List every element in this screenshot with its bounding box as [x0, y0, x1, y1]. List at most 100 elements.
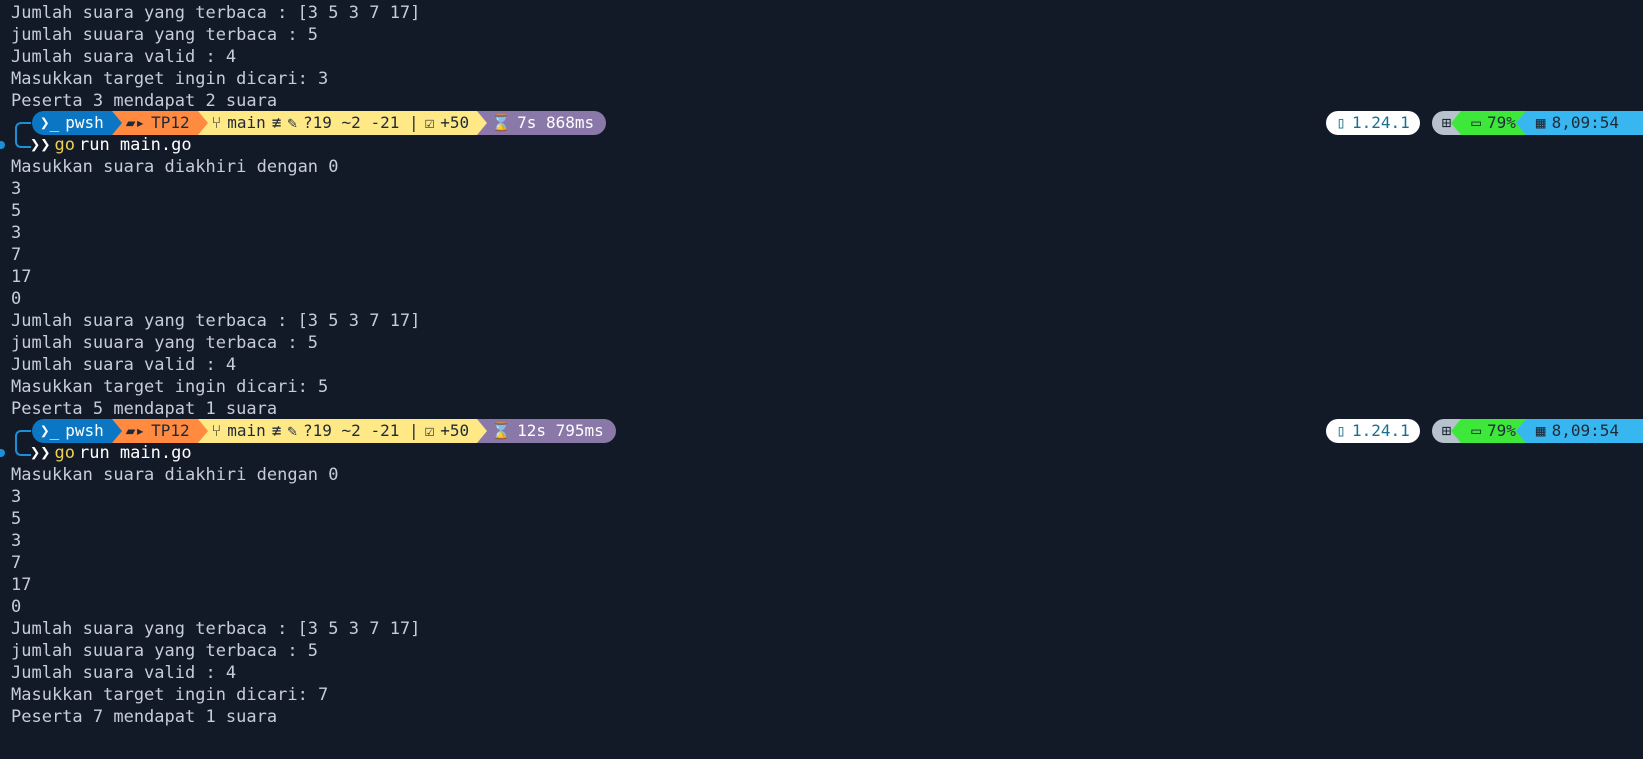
shell-segment: ❯_ pwsh: [32, 111, 122, 135]
prompt-left-segments: ❯_ pwsh ▰▸ TP12 ⑂ main ≢ ✎ ?19 ~2 -21 | ☑ +50 ⌛ 1…: [32, 419, 616, 443]
execution-time: 7s 868ms: [517, 113, 595, 132]
go-version: 1.24.1: [1351, 113, 1410, 132]
segment-separator: [111, 111, 122, 135]
checkbox-icon: ☑: [424, 421, 435, 440]
command-line[interactable]: ❯❯ go run main.go: [30, 442, 192, 465]
git-branch: main: [227, 113, 266, 132]
segment-separator: [477, 111, 488, 135]
timer-icon: ⌛: [491, 421, 512, 440]
output-line: Jumlah suara valid : 4: [11, 355, 237, 375]
battery-icon: ▭: [1471, 113, 1482, 132]
battery-level: 79%: [1487, 421, 1516, 440]
output-line: Masukkan suara diakhiri dengan 0: [11, 157, 339, 177]
output-line: Peserta 5 mendapat 1 suara: [11, 399, 278, 419]
output-line: Masukkan target ingin dicari: 3: [11, 69, 329, 89]
output-line: 7: [11, 245, 22, 265]
datetime: 8,09:54: [1551, 421, 1619, 440]
terminal-icon: ❯_: [40, 113, 60, 132]
output-line: 3: [11, 223, 22, 243]
output-line: jumlah suuara yang terbaca : 5: [11, 25, 319, 45]
output-line: Jumlah suara valid : 4: [11, 663, 237, 683]
output-line: 5: [11, 201, 22, 221]
git-segment: ⑂ main ≢ ✎ ?19 ~2 -21 | ☑ +50: [197, 419, 488, 443]
segment-separator: [111, 419, 122, 443]
command-line[interactable]: ❯❯ go run main.go: [30, 134, 192, 157]
git-branch: main: [227, 421, 266, 440]
go-version-segment: ▯ 1.24.1: [1326, 419, 1420, 443]
terminal-window[interactable]: Jumlah suara yang terbaca : [3 5 3 7 17]…: [0, 0, 1643, 759]
output-line: 7: [11, 553, 22, 573]
output-line: 3: [11, 531, 22, 551]
go-icon: ▯: [1336, 113, 1346, 132]
output-line: Masukkan target ingin dicari: 5: [11, 377, 329, 397]
output-line: Jumlah suara yang terbaca : [3 5 3 7 17]: [11, 3, 421, 23]
shell-name: pwsh: [65, 421, 104, 440]
edit-icon: ✎: [287, 113, 298, 132]
go-version: 1.24.1: [1351, 421, 1410, 440]
folder-name: TP12: [151, 421, 190, 440]
windows-icon: ⊞: [1441, 113, 1452, 132]
go-icon: ▯: [1336, 421, 1346, 440]
timer-icon: ⌛: [491, 113, 512, 132]
git-branch-status: ≢: [271, 421, 282, 440]
folder-icon: ▰▸: [125, 421, 146, 440]
output-line: 5: [11, 509, 22, 529]
terminal-icon: ❯_: [40, 421, 60, 440]
output-line: 0: [11, 597, 22, 617]
segment-separator: [477, 419, 488, 443]
output-line: Peserta 7 mendapat 1 suara: [11, 707, 278, 727]
git-staged: +50: [440, 113, 470, 132]
output-line: jumlah suuara yang terbaca : 5: [11, 641, 319, 661]
shell-name: pwsh: [65, 113, 104, 132]
prompt-bar: ❯_ pwsh ▰▸ TP12 ⑂ main ≢ ✎ ?19 ~2 -21 | ☑ +50 ⌛ 1…: [0, 419, 1643, 443]
execution-time-segment: ⌛ 12s 795ms: [477, 419, 616, 443]
output-line: Masukkan suara diakhiri dengan 0: [11, 465, 339, 485]
output-line: 3: [11, 487, 22, 507]
battery-level: 79%: [1487, 113, 1516, 132]
command-tool: go: [54, 135, 75, 155]
execution-time: 12s 795ms: [517, 421, 604, 440]
output-line: Jumlah suara yang terbaca : [3 5 3 7 17]: [11, 619, 421, 639]
git-changes: ?19 ~2 -21 |: [303, 113, 419, 132]
output-line: 17: [11, 267, 32, 287]
prompt-right-segments: ▯ 1.24.1 ⊞ ▭ 79% ▦ 8,09:54: [1326, 419, 1643, 443]
path-segment: ▰▸ TP12: [111, 111, 208, 135]
git-segment: ⑂ main ≢ ✎ ?19 ~2 -21 | ☑ +50: [197, 111, 488, 135]
prompt-dot-icon: [0, 141, 5, 149]
datetime-segment: ▦ 8,09:54: [1515, 419, 1643, 443]
output-line: 3: [11, 179, 22, 199]
output-line: Jumlah suara yang terbaca : [3 5 3 7 17]: [11, 311, 421, 331]
go-version-segment: ▯ 1.24.1: [1326, 111, 1420, 135]
path-segment: ▰▸ TP12: [111, 419, 208, 443]
prompt-connector-bottom: [15, 442, 31, 456]
git-changes: ?19 ~2 -21 |: [303, 421, 419, 440]
folder-name: TP12: [151, 113, 190, 132]
folder-icon: ▰▸: [125, 113, 146, 132]
output-line: Peserta 3 mendapat 2 suara: [11, 91, 278, 111]
output-line: 0: [11, 289, 22, 309]
prompt-chevron-icon: ❯❯: [30, 135, 51, 155]
calendar-icon: ▦: [1535, 113, 1546, 132]
command-args: run main.go: [78, 135, 192, 155]
git-staged: +50: [440, 421, 470, 440]
output-line: Jumlah suara valid : 4: [11, 47, 237, 67]
prompt-left-segments: ❯_ pwsh ▰▸ TP12 ⑂ main ≢ ✎ ?19 ~2 -21 | ☑ +50 ⌛ 7…: [32, 111, 607, 135]
calendar-icon: ▦: [1535, 421, 1546, 440]
prompt-right-segments: ▯ 1.24.1 ⊞ ▭ 79% ▦ 8,09:54: [1326, 111, 1643, 135]
prompt-bar: ❯_ pwsh ▰▸ TP12 ⑂ main ≢ ✎ ?19 ~2 -21 | ☑ +50 ⌛ 7…: [0, 111, 1643, 135]
prompt-dot-icon: [0, 449, 5, 457]
prompt-chevron-icon: ❯❯: [30, 443, 51, 463]
git-branch-icon: ⑂: [211, 421, 222, 440]
datetime: 8,09:54: [1551, 113, 1619, 132]
command-tool: go: [54, 443, 75, 463]
output-line: 17: [11, 575, 32, 595]
git-branch-status: ≢: [271, 113, 282, 132]
checkbox-icon: ☑: [424, 113, 435, 132]
battery-icon: ▭: [1471, 421, 1482, 440]
segment-separator: [1515, 111, 1526, 135]
segment-separator: [197, 111, 208, 135]
prompt-connector-bottom: [15, 134, 31, 148]
segment-separator: [1515, 419, 1526, 443]
segment-separator: [197, 419, 208, 443]
output-line: Masukkan target ingin dicari: 7: [11, 685, 329, 705]
